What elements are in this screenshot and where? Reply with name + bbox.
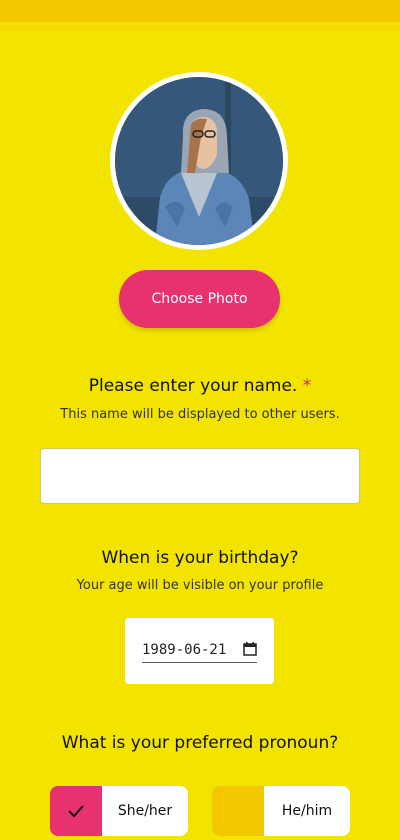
pronoun-option-he-him[interactable]: He/him bbox=[212, 786, 350, 836]
calendar-icon[interactable] bbox=[243, 642, 257, 656]
birthday-question-subtitle: Your age will be visible on your profile bbox=[76, 578, 324, 593]
name-question-title: Please enter your name. * bbox=[0, 376, 400, 396]
pronoun-option-she-her[interactable]: She/her bbox=[50, 786, 188, 836]
birthday-date-picker[interactable]: 1989-06-21 bbox=[125, 618, 274, 684]
pronoun-label-he-him: He/him bbox=[281, 803, 333, 819]
required-indicator: * bbox=[302, 376, 312, 396]
profile-photo bbox=[110, 72, 288, 250]
top-bar bbox=[0, 0, 400, 22]
name-question-text: Please enter your name. bbox=[88, 376, 298, 396]
choose-photo-button[interactable]: Choose Photo bbox=[119, 270, 280, 328]
birthday-date-field[interactable]: 1989-06-21 bbox=[142, 642, 257, 663]
pronoun-label-she-her: She/her bbox=[117, 803, 173, 819]
pronoun-swatch-she-her bbox=[50, 786, 102, 836]
top-bar-divider bbox=[0, 26, 400, 30]
checkmark-icon bbox=[68, 805, 84, 818]
birthday-date-value: 1989-06-21 bbox=[142, 642, 227, 658]
avatar-image bbox=[115, 77, 283, 245]
person-photo-illustration bbox=[115, 77, 283, 245]
name-input[interactable] bbox=[40, 448, 360, 504]
birthday-question-title: When is your birthday? bbox=[101, 548, 299, 568]
name-question-subtitle: This name will be displayed to other use… bbox=[60, 407, 340, 422]
pronoun-swatch-he-him bbox=[212, 786, 264, 836]
pronoun-question-title: What is your preferred pronoun? bbox=[61, 733, 339, 753]
